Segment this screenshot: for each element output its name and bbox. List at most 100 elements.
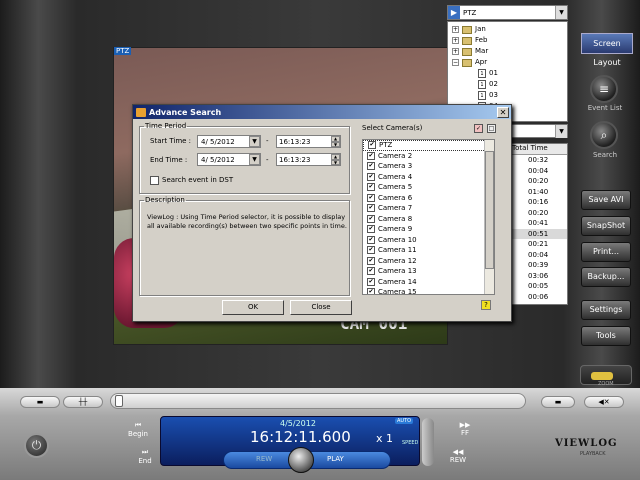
ok-button[interactable]: OK bbox=[222, 300, 284, 315]
equalizer-button[interactable]: ┼┼ bbox=[63, 396, 103, 408]
print-button[interactable]: Print... bbox=[581, 242, 631, 262]
camera-item[interactable]: ✔ Camera 11 bbox=[363, 245, 494, 256]
auto-badge[interactable]: AUTO bbox=[395, 418, 414, 424]
camera-checkbox[interactable]: ✔ bbox=[368, 141, 376, 150]
end-date-picker[interactable]: 4/ 5/2012 ▼ bbox=[197, 153, 261, 166]
expand-icon[interactable]: + bbox=[452, 26, 459, 33]
start-dash: - bbox=[266, 137, 269, 145]
camera-checkbox[interactable]: ✔ bbox=[367, 193, 375, 202]
camera-list-scrollbar[interactable] bbox=[484, 140, 494, 294]
speed-slider[interactable] bbox=[422, 418, 434, 466]
camera-checkbox[interactable]: ✔ bbox=[367, 162, 375, 171]
camera-label: Camera 10 bbox=[378, 235, 417, 244]
tree-month[interactable]: + Feb bbox=[452, 35, 563, 46]
expand-icon[interactable]: + bbox=[452, 48, 459, 55]
camera-checkbox[interactable]: ✔ bbox=[367, 235, 375, 244]
jog-knob[interactable] bbox=[288, 447, 314, 473]
camera-checkbox[interactable]: ✔ bbox=[367, 225, 375, 234]
camera-checkbox[interactable]: ✔ bbox=[367, 267, 375, 276]
camera-checkbox[interactable]: ✔ bbox=[367, 172, 375, 181]
rew-button[interactable]: ◀◀ REW bbox=[448, 448, 468, 464]
help-icon[interactable]: ? bbox=[481, 300, 491, 310]
tools-button[interactable]: Tools bbox=[581, 326, 631, 346]
camera-item[interactable]: ✔ Camera 9 bbox=[363, 224, 494, 235]
chevron-down-icon[interactable]: ▼ bbox=[249, 136, 260, 147]
settings-button[interactable]: Settings bbox=[581, 300, 631, 320]
camera-item[interactable]: ✔ Camera 6 bbox=[363, 193, 494, 204]
camera-item[interactable]: ✔ Camera 13 bbox=[363, 266, 494, 277]
tree-month[interactable]: − Apr bbox=[452, 57, 563, 68]
timeline-thumb[interactable] bbox=[115, 395, 123, 407]
tree-day[interactable]: 1 02 bbox=[452, 79, 563, 90]
close-button[interactable]: Close bbox=[290, 300, 352, 315]
camera-item[interactable]: ✔ Camera 8 bbox=[363, 214, 494, 225]
fullscreen-button[interactable]: ▬ bbox=[20, 396, 60, 408]
camera-item[interactable]: ✔ Camera 2 bbox=[363, 151, 494, 162]
begin-button[interactable]: ⏮ Begin bbox=[128, 421, 148, 438]
time-spinner[interactable]: ▲ ▼ bbox=[331, 154, 340, 165]
camera-checkbox[interactable]: ✔ bbox=[367, 183, 375, 192]
dst-label[interactable]: Search event in DST bbox=[162, 176, 233, 184]
expand-icon[interactable]: + bbox=[452, 37, 459, 44]
chevron-down-icon[interactable]: ▼ bbox=[249, 154, 260, 165]
zoom-knob[interactable] bbox=[591, 372, 613, 380]
ff-button[interactable]: ▶▶ FF bbox=[455, 421, 475, 437]
dialog-titlebar[interactable]: Advance Search ✕ bbox=[133, 105, 511, 119]
camera-item[interactable]: ✔ Camera 3 bbox=[363, 161, 494, 172]
volume-button[interactable]: ▬ bbox=[541, 396, 575, 408]
camera-item[interactable]: ✔ PTZ bbox=[363, 140, 494, 151]
camera-label: Camera 13 bbox=[378, 267, 417, 276]
tree-month[interactable]: + Mar bbox=[452, 46, 563, 57]
select-all-icon[interactable]: ✓ bbox=[474, 124, 483, 133]
camera-checkbox[interactable]: ✔ bbox=[367, 151, 375, 160]
play-button[interactable]: PLAY bbox=[327, 455, 344, 463]
scrollbar-thumb[interactable] bbox=[485, 151, 494, 269]
power-icon[interactable]: ⏻ bbox=[24, 433, 49, 458]
camera-select[interactable]: ▶ PTZ ▼ bbox=[447, 5, 568, 20]
end-button[interactable]: ⏭ End bbox=[135, 448, 155, 465]
tree-day[interactable]: 1 01 bbox=[452, 68, 563, 79]
camera-item[interactable]: ✔ Camera 15 bbox=[363, 287, 494, 294]
timeline-slider[interactable] bbox=[110, 393, 526, 409]
camera-item[interactable]: ✔ Camera 7 bbox=[363, 203, 494, 214]
screen-layout-button[interactable]: Screen Layout bbox=[581, 33, 633, 67]
list-filter-select[interactable]: ▼ bbox=[510, 124, 568, 138]
tree-day[interactable]: 1 03 bbox=[452, 90, 563, 101]
camera-checkbox[interactable]: ✔ bbox=[367, 277, 375, 286]
collapse-icon[interactable]: − bbox=[452, 59, 459, 66]
camera-checkbox[interactable]: ✔ bbox=[367, 214, 375, 223]
chevron-down-icon[interactable]: ▼ bbox=[555, 125, 567, 138]
camera-checkbox[interactable]: ✔ bbox=[367, 288, 375, 294]
chevron-down-icon[interactable]: ▼ bbox=[555, 6, 567, 19]
dst-checkbox[interactable] bbox=[150, 176, 159, 185]
tree-month[interactable]: + Jan bbox=[452, 24, 563, 35]
camera-item[interactable]: ✔ Camera 10 bbox=[363, 235, 494, 246]
backup-button[interactable]: Backup... bbox=[581, 267, 631, 287]
camera-list[interactable]: ✔ PTZ ✔ Camera 2 ✔ Camera 3 ✔ Camera 4 ✔ Camera 5… bbox=[362, 139, 495, 295]
description-text: ViewLog : Using Time Period selector, it… bbox=[147, 213, 347, 230]
camera-checkbox[interactable]: ✔ bbox=[367, 256, 375, 265]
camera-item[interactable]: ✔ Camera 12 bbox=[363, 256, 494, 267]
event-list-icon[interactable]: ≡ bbox=[590, 75, 618, 103]
playback-date: 4/5/2012 bbox=[280, 419, 316, 428]
day-icon: 1 bbox=[478, 69, 486, 78]
mute-icon[interactable]: ◀✕ bbox=[584, 396, 624, 408]
search-icon[interactable]: ⌕ bbox=[590, 121, 618, 149]
folder-icon bbox=[462, 58, 472, 67]
camera-label: Camera 12 bbox=[378, 256, 417, 265]
camera-checkbox[interactable]: ✔ bbox=[367, 246, 375, 255]
time-spinner[interactable]: ▲ ▼ bbox=[331, 136, 340, 147]
camera-item[interactable]: ✔ Camera 14 bbox=[363, 277, 494, 288]
save-avi-button[interactable]: Save AVI bbox=[581, 190, 631, 210]
start-time-input[interactable]: 16:13:23 ▲ ▼ bbox=[276, 135, 341, 148]
start-date-picker[interactable]: 4/ 5/2012 ▼ bbox=[197, 135, 261, 148]
camera-item[interactable]: ✔ Camera 4 bbox=[363, 172, 494, 183]
deselect-all-icon[interactable]: □ bbox=[487, 124, 496, 133]
close-icon[interactable]: ✕ bbox=[497, 106, 509, 118]
camera-item[interactable]: ✔ Camera 5 bbox=[363, 182, 494, 193]
camera-checkbox[interactable]: ✔ bbox=[367, 204, 375, 213]
rew-indicator[interactable]: REW bbox=[256, 455, 272, 463]
end-time-input[interactable]: 16:13:23 ▲ ▼ bbox=[276, 153, 341, 166]
snapshot-button[interactable]: SnapShot bbox=[581, 216, 631, 236]
search-app-icon bbox=[136, 107, 146, 117]
